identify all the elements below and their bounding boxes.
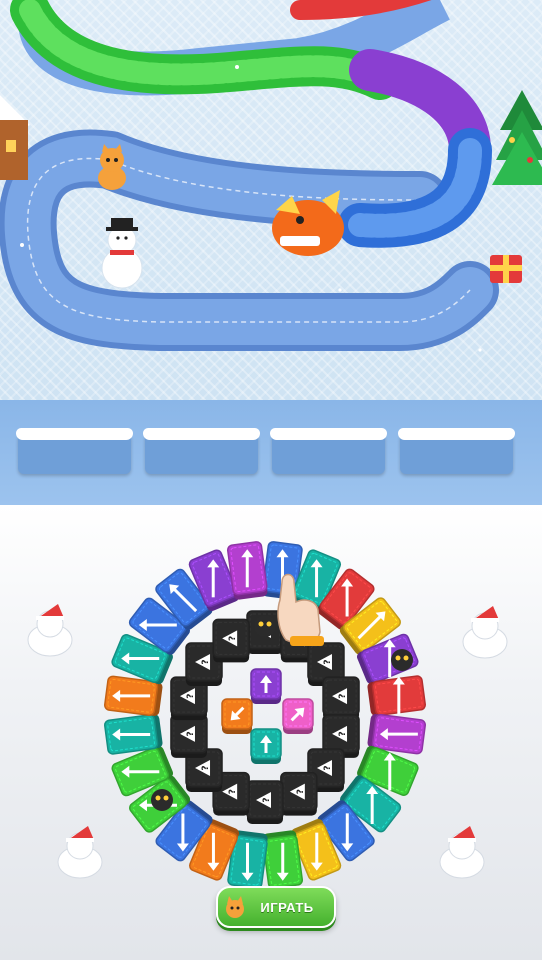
question-mark: ?: [262, 797, 272, 802]
cat-icon: [226, 896, 244, 918]
mystery-tile-8[interactable]: ?: [246, 780, 284, 824]
outer-tile-24[interactable]: [226, 541, 268, 600]
mystery-tile-4[interactable]: ?: [322, 676, 360, 721]
question-mark: ?: [323, 765, 333, 770]
question-mark: ?: [228, 789, 238, 794]
question-mark: ?: [338, 693, 348, 698]
center-tile-2[interactable]: [221, 698, 253, 734]
play-button-label: ИГРАТЬ: [260, 899, 314, 915]
yarn-tiles: ??????????????: [104, 541, 426, 889]
center-tile-1[interactable]: [250, 668, 282, 704]
mystery-tile-7[interactable]: ?: [280, 771, 318, 816]
question-mark: ?: [186, 693, 196, 698]
question-mark: ?: [338, 731, 348, 736]
mystery-tile-11[interactable]: ?: [170, 714, 208, 758]
question-mark: ?: [186, 731, 196, 736]
play-button[interactable]: ИГРАТЬ: [216, 886, 336, 928]
outer-tile-18[interactable]: [104, 714, 163, 755]
question-mark: ?: [262, 627, 272, 632]
question-mark: ?: [201, 659, 211, 664]
mystery-tile-14[interactable]: ?: [212, 618, 250, 663]
question-mark: ?: [323, 659, 333, 664]
outer-tile-12[interactable]: [262, 830, 304, 889]
question-mark: ?: [228, 636, 238, 641]
question-mark: ?: [296, 636, 306, 641]
mystery-tile-1[interactable]: ?: [246, 610, 284, 654]
center-tile-3[interactable]: [282, 698, 314, 734]
question-mark: ?: [201, 765, 211, 770]
center-tile-4[interactable]: [250, 728, 282, 764]
question-mark: ?: [296, 789, 306, 794]
